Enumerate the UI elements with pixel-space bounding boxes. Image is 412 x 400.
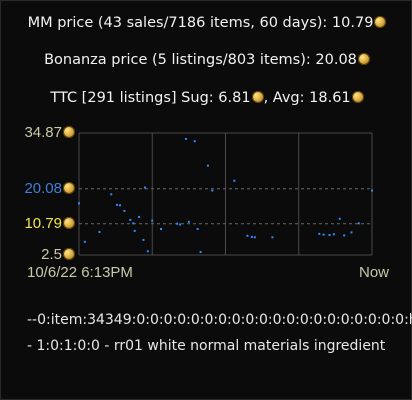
- gold-coin-icon: [63, 126, 75, 138]
- chart-point: [78, 202, 80, 205]
- chart-point: [110, 193, 113, 196]
- chart-point: [142, 238, 145, 241]
- chart-point: [343, 234, 346, 237]
- chart-point: [116, 203, 119, 206]
- chart-point: [133, 229, 136, 232]
- chart-point: [250, 235, 253, 238]
- y-axis-label: 34.87: [24, 124, 75, 141]
- x-axis-end-label: Now: [359, 264, 390, 281]
- x-axis-start-label: 10/6/22 6:13PM: [27, 264, 133, 281]
- chart-point: [253, 236, 256, 239]
- ttc-price-line: TTC [291 listings] Sug: 6.81 , Avg: 18.61: [1, 90, 412, 106]
- mm-price-text: MM price (43 sales/7186 items, 60 days):…: [27, 15, 374, 31]
- item-tooltip: MM price (43 sales/7186 items, 60 days):…: [0, 0, 412, 400]
- chart-grid: [78, 132, 373, 256]
- chart-point: [160, 227, 163, 230]
- gold-coin-icon: [251, 91, 264, 103]
- y-axis-label-text: 20.08: [24, 179, 62, 197]
- chart-point: [371, 189, 373, 192]
- chart-point: [179, 223, 182, 226]
- gold-coin-icon: [63, 248, 75, 260]
- chart-point: [196, 227, 199, 230]
- chart-point: [322, 233, 325, 236]
- y-axis-label: 20.08: [24, 180, 75, 197]
- chart-point: [138, 215, 141, 218]
- y-axis-label-text: 2.5: [41, 246, 62, 263]
- chart-point: [211, 189, 214, 192]
- y-axis-label-text: 10.79: [24, 214, 62, 232]
- chart-point: [338, 217, 341, 220]
- chart-point: [233, 179, 236, 182]
- chart-point: [184, 137, 187, 140]
- chart-point: [176, 222, 179, 225]
- y-axis-label: 2.5: [41, 246, 75, 263]
- chart-point: [146, 250, 149, 253]
- item-link-text: --0:item:34349:0:0:0:0:0:0:0:0:0:0:0:0:0…: [27, 312, 412, 328]
- chart-point: [98, 231, 101, 234]
- chart-point: [151, 219, 154, 222]
- chart-point: [129, 218, 132, 221]
- chart-point: [83, 240, 86, 243]
- gold-coin-icon: [357, 53, 370, 65]
- chart-point: [328, 234, 331, 237]
- chart-point: [123, 209, 126, 212]
- chart-point: [271, 236, 274, 239]
- gold-coin-icon: [351, 91, 364, 103]
- chart-point: [357, 222, 360, 225]
- gold-coin-icon: [63, 181, 75, 194]
- bonanza-price-text: Bonanza price (5 listings/803 items): 20…: [44, 52, 357, 68]
- gold-coin-icon: [374, 16, 387, 28]
- ttc-average-text: , Avg: 18.61: [263, 90, 351, 106]
- bonanza-price-line: Bonanza price (5 listings/803 items): 20…: [1, 52, 412, 68]
- chart-point: [332, 233, 335, 236]
- gold-coin-icon: [63, 216, 75, 229]
- y-axis-label: 10.79: [24, 215, 75, 232]
- mm-price-line: MM price (43 sales/7186 items, 60 days):…: [1, 15, 412, 31]
- chart-point: [187, 220, 190, 223]
- chart-point: [199, 250, 202, 253]
- chart-point: [143, 186, 146, 189]
- chart-point: [193, 140, 196, 143]
- chart-point: [246, 234, 249, 237]
- y-axis-label-text: 34.87: [24, 124, 62, 141]
- chart-point: [206, 164, 209, 167]
- chart-point: [350, 231, 353, 234]
- chart-point: [132, 222, 135, 225]
- chart-point: [119, 204, 122, 207]
- chart-point: [318, 232, 321, 235]
- item-info-text: - 1:0:1:0:0 - rr01 white normal material…: [27, 338, 386, 354]
- ttc-suggested-text: TTC [291 listings] Sug: 6.81: [50, 90, 251, 106]
